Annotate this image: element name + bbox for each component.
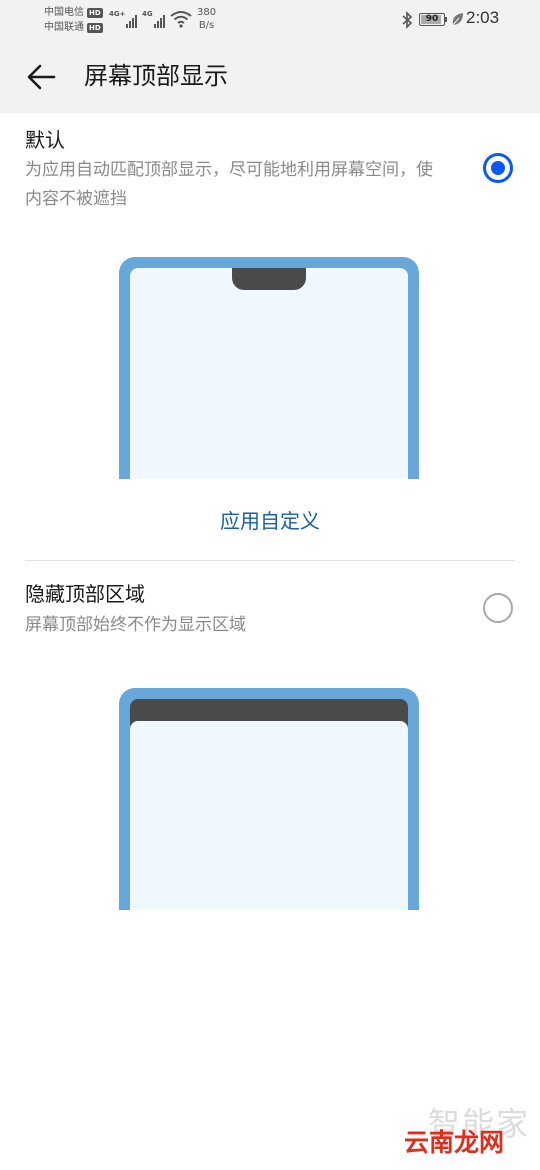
battery-level: 90 <box>425 14 439 24</box>
battery-icon: 90 <box>419 13 445 26</box>
signal-2-icon: 4G <box>142 10 165 28</box>
carrier-2-label: 中国联通 <box>44 22 84 33</box>
back-arrow-icon <box>27 64 56 90</box>
clock: 2:03 <box>466 8 500 27</box>
phone-screen <box>130 268 408 479</box>
net-speed: 380 B/s <box>197 6 216 32</box>
carrier-info: 中国电信 HD 中国联通 HD <box>44 5 103 35</box>
hd-badge: HD <box>87 7 103 18</box>
carrier-1-label: 中国电信 <box>44 7 84 18</box>
battery-tip <box>445 17 447 22</box>
watermark-site-name: 云南龙网 <box>404 1128 505 1157</box>
hide-top-preview-image <box>119 688 419 910</box>
option-default-description: 为应用自动匹配顶部显示，尽可能地利用屏幕空间，使内容不被遮挡 <box>25 160 433 209</box>
back-button[interactable] <box>22 58 60 96</box>
status-bar: 中国电信 HD 中国联通 HD 4G+ 4G 380 B/s 90 2:03 <box>0 0 540 40</box>
bluetooth-icon <box>402 11 413 29</box>
app-header: 屏幕顶部显示 <box>0 40 540 113</box>
signal-1-tag: 4G+ <box>109 10 126 18</box>
phone-notch <box>232 268 306 290</box>
page-title: 屏幕顶部显示 <box>84 62 228 90</box>
divider <box>25 560 515 561</box>
option-hide-top-description: 屏幕顶部始终不作为显示区域 <box>25 615 246 635</box>
signal-2-tag: 4G <box>142 10 153 18</box>
option-hide-top-radio[interactable] <box>483 593 513 623</box>
option-default-title: 默认 <box>25 128 65 152</box>
hd-badge: HD <box>87 22 103 33</box>
option-default-radio[interactable] <box>483 153 513 183</box>
default-preview-image <box>119 257 419 479</box>
app-customize-link[interactable]: 应用自定义 <box>0 507 540 535</box>
power-saving-leaf-icon <box>452 13 463 26</box>
option-hide-top-title: 隐藏顶部区域 <box>25 582 145 606</box>
net-speed-unit: B/s <box>198 20 215 31</box>
signal-1-icon: 4G+ <box>109 10 138 28</box>
net-speed-value: 380 <box>197 7 217 18</box>
wifi-icon <box>170 11 192 28</box>
phone-screen <box>130 721 408 910</box>
